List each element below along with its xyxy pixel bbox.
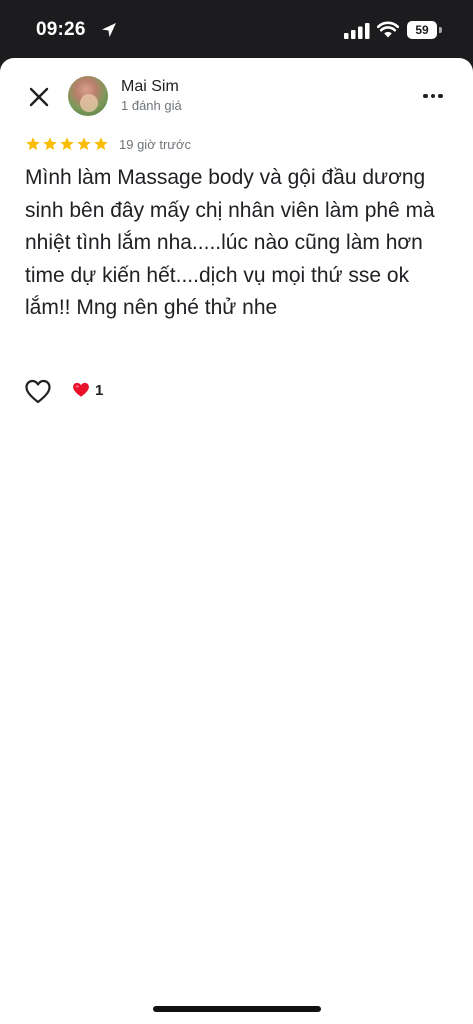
red-heart-icon [73, 382, 89, 397]
location-arrow-icon [102, 23, 116, 37]
battery-icon: 59 [407, 21, 437, 39]
battery-nub [439, 27, 442, 33]
home-indicator[interactable] [153, 1006, 321, 1012]
status-bar: 09:26 59 [0, 0, 473, 58]
star-icon [94, 137, 108, 150]
avatar[interactable] [68, 76, 108, 116]
review-time: 19 giờ trước [119, 137, 191, 152]
star-icon [26, 137, 40, 150]
star-icon [60, 137, 74, 150]
star-icon [43, 137, 57, 150]
user-review-count: 1 đánh giá [121, 98, 182, 113]
heart-outline-icon[interactable] [24, 378, 52, 406]
star-icon [77, 137, 91, 150]
close-icon [29, 87, 49, 107]
more-horizontal-icon [423, 93, 428, 99]
more-horizontal-icon-dot [430, 93, 436, 99]
review-text: Mình làm Massage body và gội đầu dương s… [25, 166, 435, 319]
more-options-button[interactable] [418, 84, 448, 108]
status-time: 09:26 [36, 19, 86, 40]
close-button[interactable] [24, 82, 54, 112]
star-rating [25, 136, 109, 152]
more-horizontal-icon-dot [438, 93, 443, 99]
reaction-count: 1 [95, 381, 104, 399]
signal-icon [344, 23, 370, 39]
wifi-icon [377, 21, 399, 38]
reaction-summary[interactable]: 1 [72, 381, 103, 399]
user-name[interactable]: Mai Sim [121, 78, 179, 96]
review-sheet: Mai Sim 1 đánh giá 19 giờ trước Mình làm… [0, 58, 473, 1024]
